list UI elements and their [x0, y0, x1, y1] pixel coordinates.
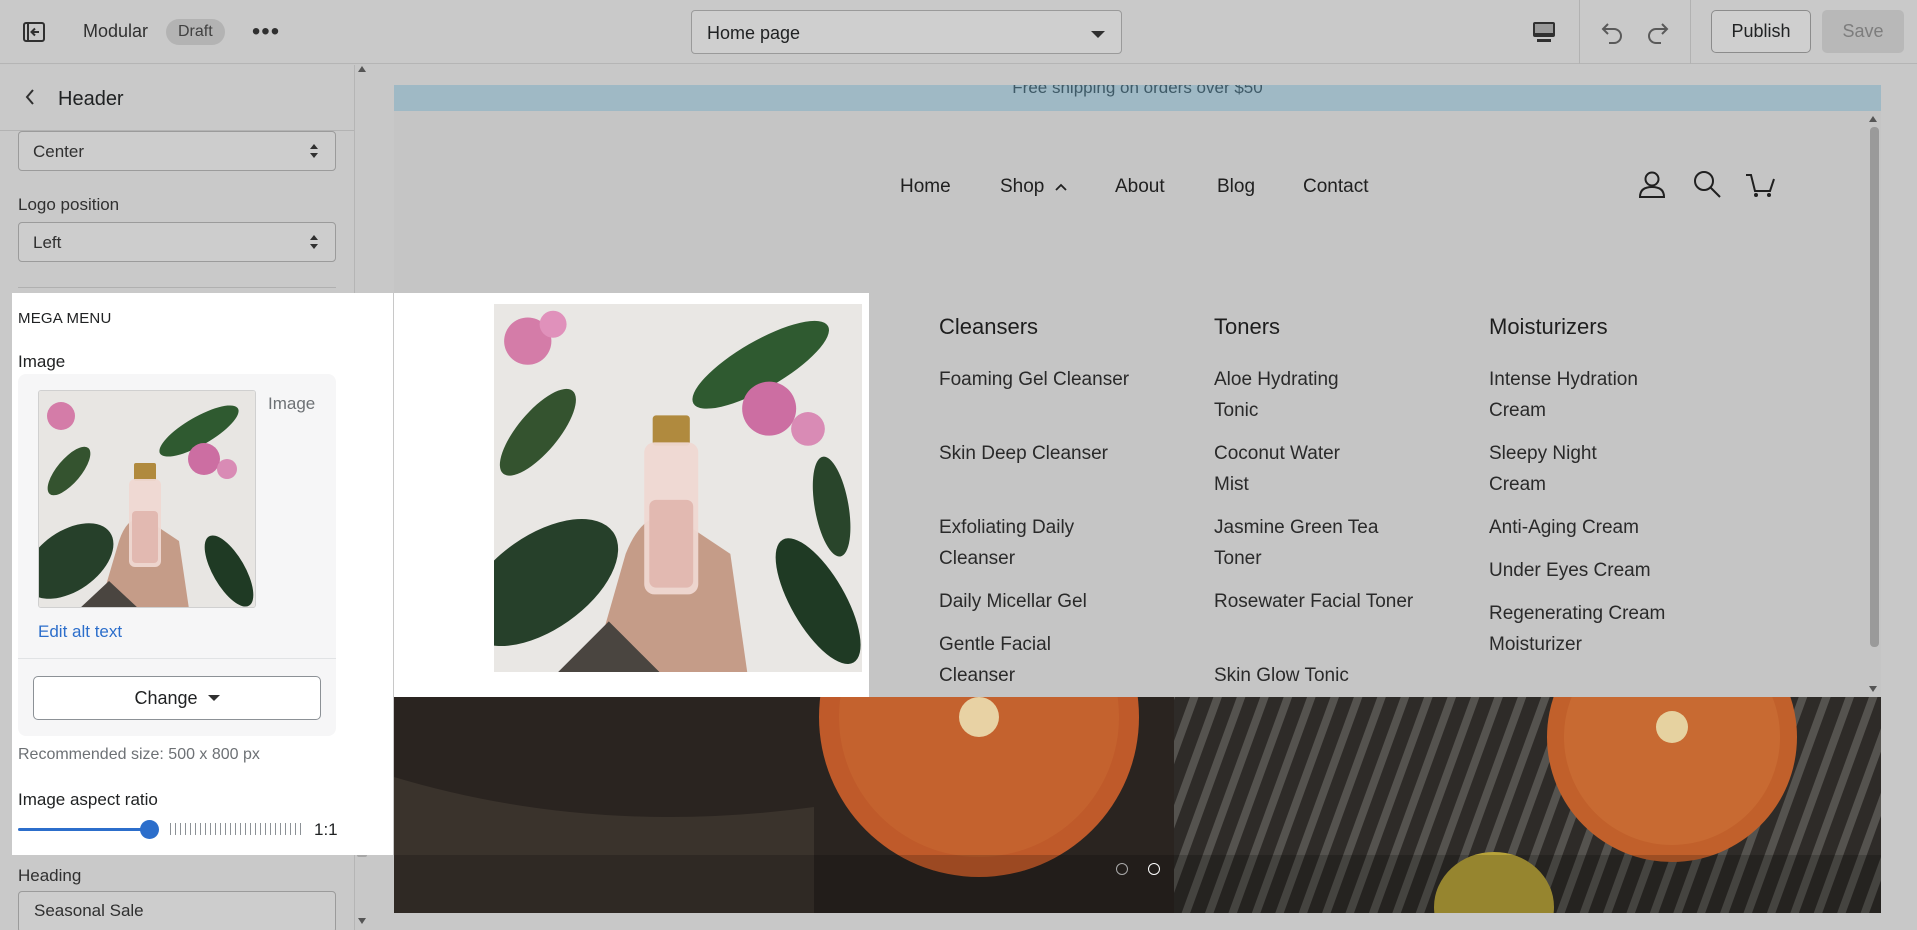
aspect-ratio-label: Image aspect ratio	[18, 790, 158, 809]
undo-icon	[1601, 23, 1622, 44]
mega-menu-link[interactable]: Sleepy Night Cream	[1489, 438, 1639, 500]
mega-menu-column-heading[interactable]: Cleansers	[939, 314, 1038, 340]
product-photo	[39, 391, 255, 607]
hero-slideshow	[394, 697, 1881, 913]
back-button[interactable]	[18, 85, 42, 109]
announcement-text: Free shipping on orders over $50	[1012, 85, 1263, 97]
device-preview-button[interactable]	[1526, 14, 1562, 50]
sidebar-title: Header	[58, 88, 124, 110]
divider	[18, 287, 336, 288]
divider	[1579, 0, 1580, 64]
save-button[interactable]: Save	[1822, 10, 1904, 53]
product-photo	[494, 304, 862, 672]
nav-about[interactable]: About	[1115, 176, 1165, 198]
mega-menu-link[interactable]: Skin Glow Tonic	[1214, 660, 1414, 691]
mega-menu-link[interactable]: Gentle Facial Cleanser	[939, 629, 1089, 691]
edit-alt-text-link[interactable]: Edit alt text	[38, 622, 122, 642]
page-selector[interactable]: Home page	[691, 10, 1122, 54]
mega-menu-link[interactable]: Exfoliating Daily Cleanser	[939, 512, 1139, 574]
slideshow-dot[interactable]	[1116, 863, 1128, 875]
mega-menu-link[interactable]: Foaming Gel Cleanser	[939, 364, 1139, 395]
account-icon[interactable]	[1637, 169, 1667, 199]
mega-menu-column-heading[interactable]: Moisturizers	[1489, 314, 1608, 340]
desktop-icon	[1533, 22, 1555, 42]
sidebar-scroll-up-icon[interactable]	[358, 66, 366, 72]
mega-menu-link[interactable]: Skin Deep Cleanser	[939, 438, 1139, 469]
storefront-preview: Free shipping on orders over $50 Home Sh…	[394, 85, 1881, 913]
announcement-bar: Free shipping on orders over $50	[394, 85, 1881, 111]
mega-menu-link[interactable]: Coconut Water Mist	[1214, 438, 1374, 500]
logo-position-select[interactable]: Left	[18, 222, 336, 262]
nav-shop[interactable]: Shop	[1000, 176, 1068, 198]
redo-icon	[1648, 23, 1669, 44]
divider	[1690, 0, 1691, 64]
preview-scroll-up-icon[interactable]	[1869, 116, 1877, 122]
mega-menu-link[interactable]: Aloe Hydrating Tonic	[1214, 364, 1374, 426]
heading-input[interactable]: Seasonal Sale	[18, 891, 336, 930]
preview-scroll-down-icon[interactable]	[1869, 686, 1877, 692]
caret-down-icon	[207, 695, 220, 701]
exit-button[interactable]	[14, 16, 54, 48]
image-thumbnail[interactable]	[38, 390, 256, 608]
more-icon: •••	[251, 18, 281, 45]
change-image-label: Change	[134, 687, 198, 708]
search-icon[interactable]	[1692, 169, 1722, 199]
exit-icon	[23, 22, 45, 42]
preview-scrollbar[interactable]	[1870, 127, 1879, 647]
mega-menu-link[interactable]: Daily Micellar Gel	[939, 586, 1139, 617]
divider	[18, 658, 336, 659]
mega-menu-link[interactable]: Intense Hydration Cream	[1489, 364, 1669, 426]
select-arrows-icon	[310, 144, 318, 158]
editor-topbar: Modular Draft ••• Home page Publish Save	[0, 0, 1917, 64]
nav-blog[interactable]: Blog	[1217, 176, 1255, 198]
mega-menu-section-label: MEGA MENU	[18, 310, 112, 327]
mega-menu-link[interactable]: Under Eyes Cream	[1489, 555, 1689, 586]
slider-ticks	[170, 823, 302, 835]
mega-menu-column-heading[interactable]: Toners	[1214, 314, 1280, 340]
page-selector-value: Home page	[707, 23, 801, 43]
mega-menu-link[interactable]: Anti-Aging Cream	[1489, 512, 1689, 543]
publish-button[interactable]: Publish	[1711, 10, 1811, 53]
nav-contact[interactable]: Contact	[1303, 176, 1368, 198]
slideshow-dot-active[interactable]	[1148, 863, 1160, 875]
highlight-bridge	[355, 293, 393, 855]
image-thumbnail-caption: Image	[268, 394, 316, 413]
change-image-button[interactable]: Change	[33, 676, 321, 720]
slider-handle[interactable]	[140, 820, 159, 839]
chevron-left-icon	[25, 89, 34, 105]
logo-position-select-value: Left	[33, 233, 62, 252]
recommended-size-hint: Recommended size: 500 x 800 px	[18, 746, 260, 763]
status-badge: Draft	[166, 19, 225, 45]
aspect-ratio-slider[interactable]	[18, 816, 302, 842]
select-arrows-icon	[310, 235, 318, 249]
hero-image	[394, 697, 1881, 913]
nav-home[interactable]: Home	[900, 176, 951, 198]
more-actions-button[interactable]: •••	[250, 18, 282, 46]
aspect-ratio-value: 1:1	[314, 820, 338, 839]
theme-name: Modular	[83, 21, 149, 41]
sidebar-header: Header	[0, 65, 354, 131]
logo-position-label: Logo position	[18, 195, 120, 214]
mega-menu-link[interactable]: Rosewater Facial Toner	[1214, 586, 1414, 617]
chevron-down-icon	[1091, 31, 1105, 38]
mega-menu-link[interactable]: Jasmine Green Tea Toner	[1214, 512, 1414, 574]
mega-menu-image[interactable]	[494, 304, 862, 672]
heading-field-label: Heading	[18, 866, 82, 885]
alignment-select-value: Center	[33, 142, 85, 161]
undo-button[interactable]	[1594, 14, 1630, 50]
sidebar-scroll-down-icon[interactable]	[358, 918, 366, 924]
nav-shop-label: Shop	[1000, 176, 1045, 197]
redo-button[interactable]	[1640, 14, 1676, 50]
mega-menu-link[interactable]: Regenerating Cream Moisturizer	[1489, 598, 1669, 660]
alignment-select[interactable]: Center	[18, 131, 336, 171]
slider-track-fill	[18, 828, 150, 831]
cart-icon[interactable]	[1745, 169, 1775, 199]
image-field-label: Image	[18, 352, 66, 371]
chevron-up-icon	[1055, 183, 1067, 191]
